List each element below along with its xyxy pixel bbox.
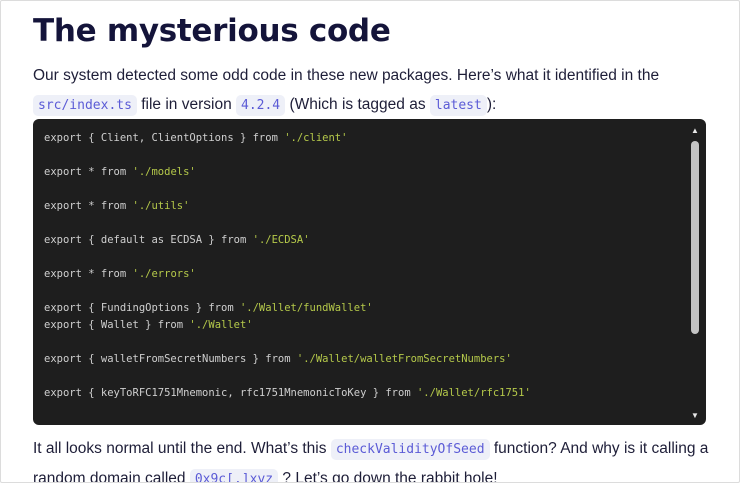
intro-text-2: file in version (136, 96, 236, 113)
code-line: export { Wallet } from './Wallet' (44, 319, 253, 331)
code-line: export { FundingOptions } from './Wallet… (44, 302, 373, 314)
code-line: export { keyToRFC1751Mnemonic, rfc1751Mn… (44, 387, 531, 399)
intro-text-3: (Which is tagged as (285, 96, 430, 113)
scroll-up-arrow-icon[interactable]: ▲ (690, 126, 700, 136)
intro-text-4: ): (486, 96, 497, 113)
code-line: export { walletFromSecretNumbers } from … (44, 353, 512, 365)
code-line: export * from './errors' (44, 268, 196, 280)
page-title: The mysterious code (33, 13, 391, 49)
outro-text-3: ? Let’s go down the rabbit hole! (278, 470, 498, 483)
code-line: export { Client, ClientOptions } from '.… (44, 132, 348, 144)
file-path-code: src/index.ts (33, 95, 137, 116)
code-block[interactable]: export { Client, ClientOptions } from '.… (33, 119, 706, 425)
intro-text-1: Our system detected some odd code in the… (33, 67, 660, 84)
article-frame: The mysterious code Our system detected … (0, 0, 740, 483)
intro-paragraph: Our system detected some odd code in the… (33, 61, 713, 120)
scroll-down-arrow-icon[interactable]: ▼ (690, 411, 700, 421)
version-code: 4.2.4 (236, 95, 286, 116)
domain-code: 0x9c[.]xyz (189, 469, 279, 482)
scrollbar-thumb[interactable] (691, 141, 699, 334)
tag-code: latest (429, 95, 487, 116)
code-line: export * from './models' (44, 166, 196, 178)
outro-text-1: It all looks normal until the end. What’… (33, 440, 331, 457)
vertical-scrollbar[interactable]: ▲ ▼ (690, 126, 700, 421)
code-line: export { default as ECDSA } from './ECDS… (44, 234, 310, 246)
code-line: export * from './utils' (44, 200, 190, 212)
outro-paragraph: It all looks normal until the end. What’… (33, 434, 713, 483)
function-name-code: checkValidityOfSeed (330, 439, 490, 460)
